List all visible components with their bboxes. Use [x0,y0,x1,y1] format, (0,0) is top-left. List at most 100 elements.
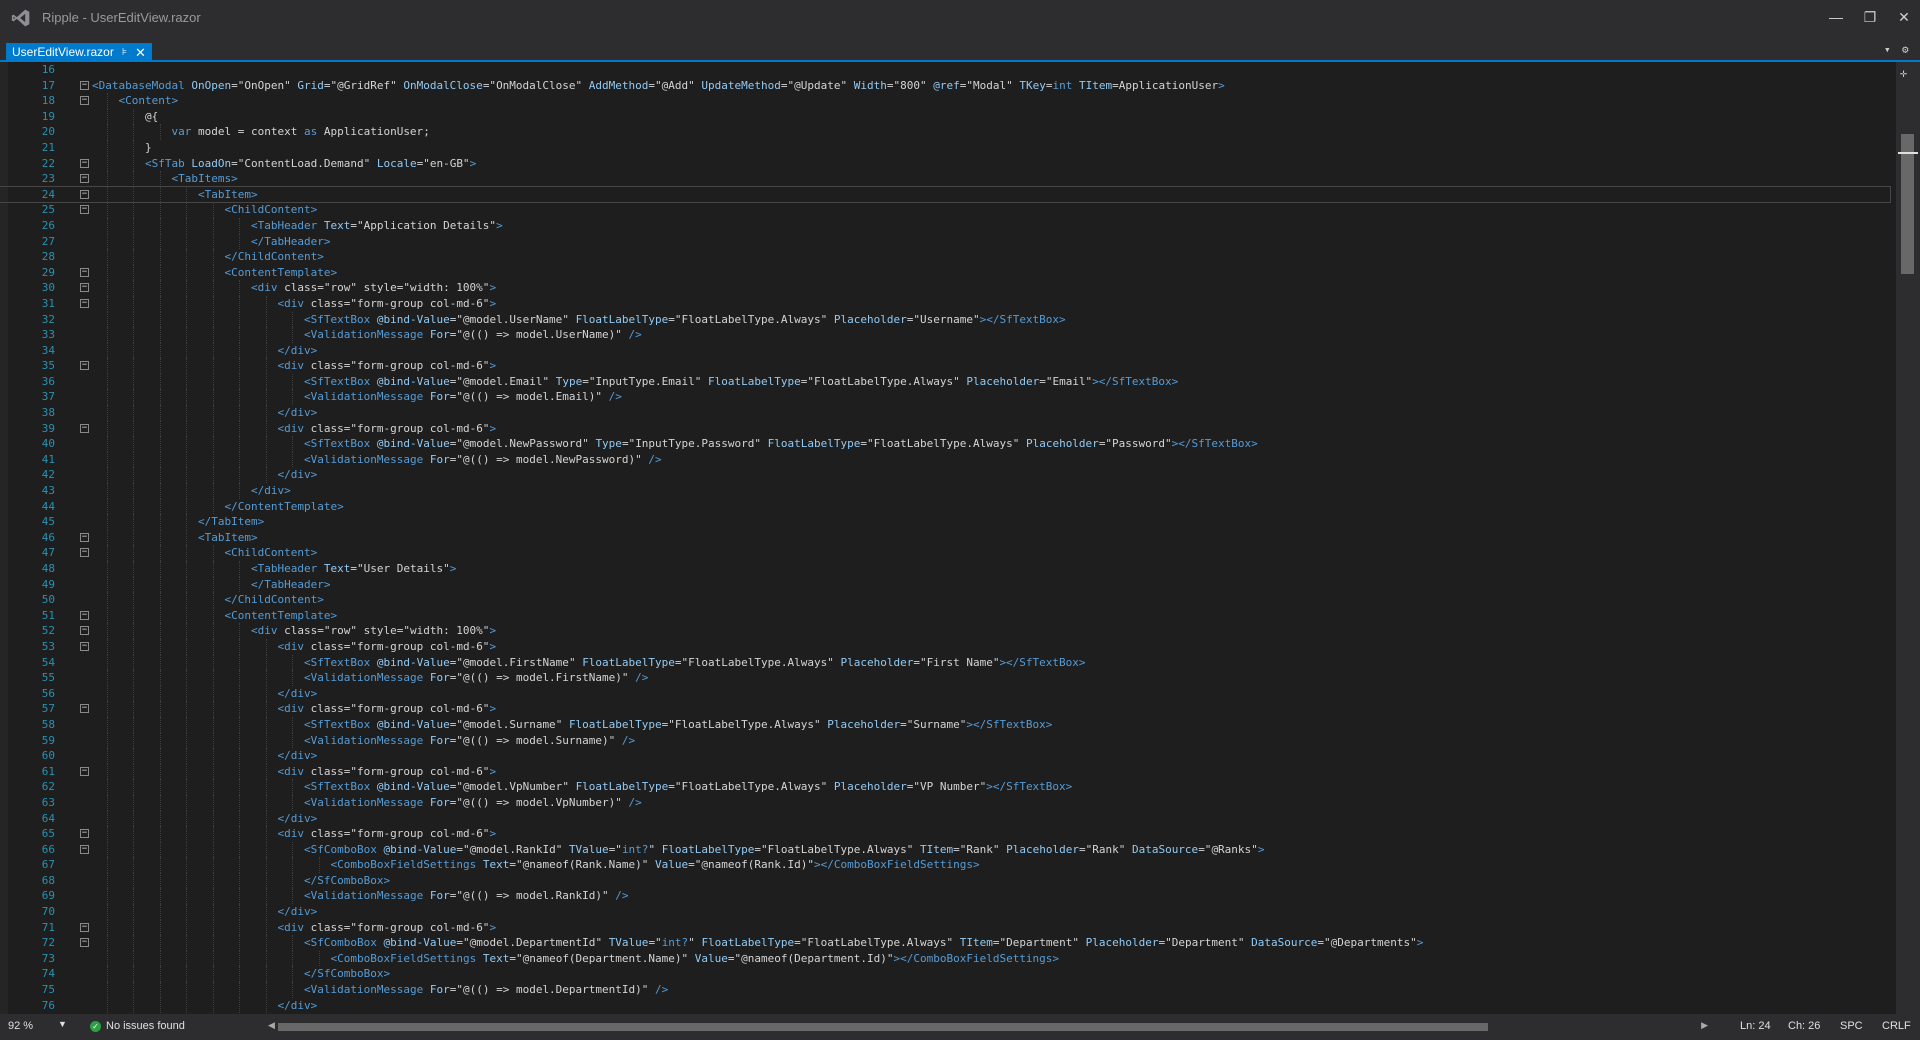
chevron-down-icon[interactable]: ▼ [58,1019,67,1029]
collapse-icon[interactable]: − [80,829,89,839]
code-line[interactable]: 68 </SfComboBox> [0,872,1890,889]
collapse-icon[interactable]: − [80,423,89,433]
code-text[interactable]: <Content> [119,93,179,109]
code-text[interactable]: <TabItems> [172,171,238,187]
code-text[interactable]: <ComboBoxFieldSettings Text="@nameof(Dep… [331,951,1060,967]
collapse-icon[interactable]: − [80,96,89,106]
code-lines[interactable]: 16 17− <DatabaseModal OnOpen="OnOpen" Grid… [0,62,1891,1014]
collapse-icon[interactable]: − [80,610,89,620]
code-text[interactable]: <ComboBoxFieldSettings Text="@nameof(Ran… [331,857,980,873]
code-line[interactable]: 21} [0,139,1890,156]
collapse-icon[interactable]: − [80,267,89,277]
code-line[interactable]: 16 [0,62,1890,78]
code-text[interactable]: </div> [251,483,291,499]
code-line[interactable]: 37 <ValidationMessage For="@(() => model.… [0,389,1890,406]
code-line[interactable]: 18 − <Content> [0,93,1890,109]
collapse-icon[interactable]: − [80,80,89,90]
code-line[interactable]: 22 − <SfTab LoadOn="ContentLoad.Demand" Lo… [0,155,1890,172]
code-line[interactable]: 62 <SfTextBox @bind-Value="@model.VpNumbe… [0,779,1890,795]
code-text[interactable]: </div> [278,998,318,1014]
split-icon[interactable]: ✛ [1900,66,1907,80]
code-line[interactable]: 42 </div> [0,467,1890,484]
char-position[interactable]: Ch: 26 [1788,1020,1820,1032]
code-text[interactable]: <div class="form-group col-md-6"> [278,701,497,717]
code-text[interactable]: <ValidationMessage For="@(() => model.Ne… [304,452,662,468]
code-line[interactable]: 33 <ValidationMessage For="@(() => model.… [0,327,1890,343]
code-line[interactable]: 31 − <div class="form-group col-md-6"> [0,295,1890,312]
code-line[interactable]: 25 − <ChildContent> [0,202,1890,218]
code-text[interactable]: <TabItem> [198,187,258,203]
code-text[interactable]: <div class="form-group col-md-6"> [278,920,497,936]
code-text[interactable]: <TabHeader Text="User Details"> [251,561,456,577]
zoom-level[interactable]: 92 % [8,1020,33,1032]
close-tab-icon[interactable]: ✕ [135,43,146,62]
code-line[interactable]: 24 − <TabItem> [0,185,1891,204]
issues-indicator[interactable]: ✓ No issues found [90,1020,185,1032]
code-line[interactable]: 64 </div> [0,810,1890,827]
vertical-scrollbar[interactable]: ✛ [1896,62,1920,1014]
code-line[interactable]: 74 </SfComboBox> [0,966,1890,983]
code-text[interactable]: <ValidationMessage For="@(() => model.Vp… [304,795,642,811]
tab-usereditview[interactable]: UserEditView.razor ⊧ ✕ [6,43,152,62]
code-line[interactable]: 48 <TabHeader Text="User Details"> [0,561,1890,577]
collapse-icon[interactable]: − [80,922,89,932]
code-text[interactable]: </ChildContent> [225,592,324,608]
minimize-button[interactable]: — [1822,6,1850,28]
code-text[interactable]: </div> [278,467,318,483]
code-line[interactable]: 65 − <div class="form-group col-md-6"> [0,826,1890,842]
collapse-icon[interactable]: − [80,766,89,776]
collapse-icon[interactable]: − [80,283,89,293]
code-line[interactable]: 59 <ValidationMessage For="@(() => model.… [0,732,1890,749]
code-text[interactable]: <div class="row" style="width: 100%"> [251,280,496,296]
tab-dropdown-icon[interactable]: ▾ [1884,43,1891,56]
pin-icon[interactable]: ⊧ [122,43,127,62]
code-text[interactable]: <div class="form-group col-md-6"> [278,358,497,374]
code-line[interactable]: 17− <DatabaseModal OnOpen="OnOpen" Grid="… [0,78,1890,94]
code-line[interactable]: 27 </TabHeader> [0,233,1890,250]
collapse-icon[interactable]: − [80,641,89,651]
code-text[interactable]: <div class="form-group col-md-6"> [278,826,497,842]
code-line[interactable]: 66− <SfComboBox @bind-Value="@model.RankI… [0,841,1890,858]
collapse-icon[interactable]: − [80,205,89,215]
code-line[interactable]: 44 </ContentTemplate> [0,498,1890,515]
code-line[interactable]: 50 </ChildContent> [0,592,1890,608]
code-line[interactable]: 57 − <div class="form-group col-md-6"> [0,701,1890,717]
code-line[interactable]: 43 </div> [0,483,1890,499]
code-line[interactable]: 34 </div> [0,342,1890,359]
collapse-icon[interactable]: − [80,704,89,714]
code-text[interactable]: </SfComboBox> [304,966,390,982]
code-line[interactable]: 53 − <div class="form-group col-md-6"> [0,638,1890,655]
code-text[interactable]: <ValidationMessage For="@(() => model.Ra… [304,888,629,904]
code-text[interactable]: <SfTextBox @bind-Value="@model.NewPasswo… [304,436,1258,452]
collapse-icon[interactable]: − [80,298,89,308]
code-line[interactable]: 29 − <ContentTemplate> [0,264,1890,281]
code-line[interactable]: 47 − <ChildContent> [0,545,1890,561]
code-text[interactable]: <ContentTemplate> [225,608,338,624]
code-line[interactable]: 40 <SfTextBox @bind-Value="@model.NewPass… [0,436,1890,452]
code-line[interactable]: 63 <ValidationMessage For="@(() => model.… [0,794,1890,811]
code-line[interactable]: 26 <TabHeader Text="Application Details"> [0,217,1890,234]
code-line[interactable]: 41 <ValidationMessage For="@(() => model.… [0,451,1890,468]
code-line[interactable]: 38 </div> [0,405,1890,421]
code-text[interactable]: <SfTextBox @bind-Value="@model.Email" Ty… [304,374,1178,390]
code-text[interactable]: <SfTextBox @bind-Value="@model.UserName"… [304,312,1066,328]
code-line[interactable]: 67 <ComboBoxFieldSettings Text="@nameof(R… [0,857,1890,873]
collapse-icon[interactable]: − [80,548,89,558]
code-text[interactable]: </TabItem> [198,514,264,530]
code-text[interactable]: var model = context as ApplicationUser; [172,124,430,140]
code-text[interactable]: <SfComboBox @bind-Value="@model.RankId" … [304,842,1264,858]
collapse-icon[interactable]: − [80,158,89,168]
code-line[interactable]: 36 <SfTextBox @bind-Value="@model.Email" … [0,373,1890,390]
code-text[interactable]: <SfTextBox @bind-Value="@model.Surname" … [304,717,1052,733]
code-editor[interactable]: 16 17− <DatabaseModal OnOpen="OnOpen" Grid… [0,62,1920,1014]
scroll-thumb[interactable] [1901,134,1914,274]
code-line[interactable]: 60 </div> [0,748,1890,764]
code-text[interactable]: <ChildContent> [225,545,318,561]
code-text[interactable]: </TabHeader> [251,234,330,250]
code-text[interactable]: <SfTab LoadOn="ContentLoad.Demand" Local… [145,156,476,172]
code-line[interactable]: 32 <SfTextBox @bind-Value="@model.UserNam… [0,311,1890,328]
code-text[interactable]: </div> [278,686,318,702]
code-text[interactable]: <SfTextBox @bind-Value="@model.VpNumber"… [304,779,1072,795]
code-text[interactable]: </div> [278,405,318,421]
code-line[interactable]: 69 <ValidationMessage For="@(() => model.… [0,888,1890,905]
